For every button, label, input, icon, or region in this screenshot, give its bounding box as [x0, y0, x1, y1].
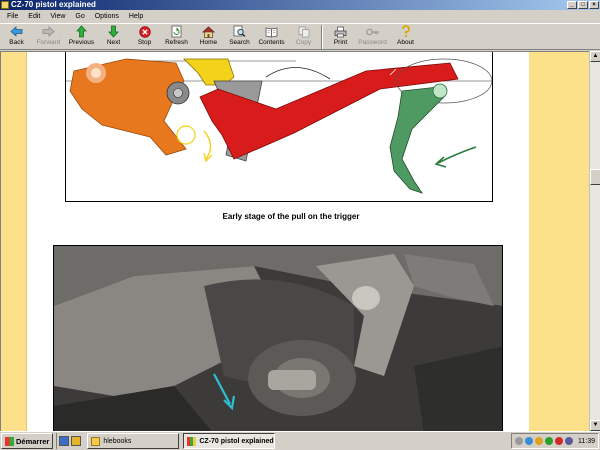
forward-label: Forward: [36, 39, 61, 46]
search-label: Search: [229, 39, 250, 46]
maximize-button[interactable]: □: [578, 1, 588, 9]
scroll-thumb[interactable]: [590, 169, 600, 185]
printer-icon: [334, 25, 348, 38]
home-button[interactable]: Home: [193, 24, 224, 50]
menu-view[interactable]: View: [45, 11, 70, 23]
toolbar-separator: [321, 25, 323, 49]
ebook-icon: [187, 436, 197, 446]
figure-caption: Early stage of the pull on the trigger: [222, 212, 360, 221]
contents-label: Contents: [258, 39, 285, 46]
print-button[interactable]: Print: [325, 24, 356, 50]
home-label: Home: [199, 39, 218, 46]
vertical-scrollbar[interactable]: ▲ ▼: [589, 51, 600, 431]
home-icon: [202, 25, 216, 38]
menu-edit[interactable]: Edit: [23, 11, 45, 23]
copy-button[interactable]: Copy: [288, 24, 319, 50]
minimize-button[interactable]: _: [567, 1, 577, 9]
title-bar: CZ-70 pistol explained _ □ ×: [0, 0, 600, 10]
menu-go[interactable]: Go: [70, 11, 89, 23]
password-button[interactable]: Password: [356, 24, 389, 50]
refresh-label: Refresh: [165, 39, 188, 46]
clock: 11:39: [578, 437, 595, 445]
start-button[interactable]: Démarrer: [1, 433, 54, 449]
quick-launch: [56, 433, 83, 449]
tray-icon[interactable]: [545, 437, 553, 445]
stop-icon: [138, 25, 152, 38]
taskbar: Démarrer hlebooks CZ-70 pistol explained…: [0, 431, 600, 450]
password-label: Password: [358, 39, 387, 46]
previous-button[interactable]: Previous: [65, 24, 98, 50]
menu-bar: File Edit View Go Options Help: [0, 11, 600, 23]
tray-icon[interactable]: [535, 437, 543, 445]
refresh-button[interactable]: Refresh: [160, 24, 193, 50]
forward-arrow-icon: [42, 25, 56, 38]
back-button[interactable]: Back: [1, 24, 32, 50]
scroll-down-button[interactable]: ▼: [590, 420, 600, 431]
task-label: CZ-70 pistol explained: [199, 437, 274, 445]
window-title: CZ-70 pistol explained: [11, 0, 96, 9]
folder-icon: [91, 436, 101, 446]
windows-logo-icon: [5, 436, 14, 446]
taskbar-item-hlebooks[interactable]: hlebooks: [87, 433, 180, 449]
next-label: Next: [106, 39, 121, 46]
tray-icon[interactable]: [525, 437, 533, 445]
key-icon: [365, 25, 380, 38]
toolbar: Back Forward Previous Next Stop Refresh: [0, 23, 600, 50]
tray-icon[interactable]: [515, 437, 523, 445]
system-tray: 11:39: [511, 433, 599, 449]
trigger-mechanism-photo: [53, 245, 503, 431]
about-label: About: [397, 39, 414, 46]
trigger-mechanism-diagram: [65, 52, 493, 202]
menu-help[interactable]: Help: [124, 11, 148, 23]
copy-icon: [297, 25, 311, 38]
menu-file[interactable]: File: [2, 11, 23, 23]
start-label: Démarrer: [16, 436, 50, 446]
forward-button[interactable]: Forward: [32, 24, 65, 50]
app-icon: [1, 1, 9, 9]
task-label: hlebooks: [103, 437, 132, 445]
browser-icon[interactable]: [71, 436, 82, 446]
copy-label: Copy: [295, 39, 312, 46]
page: Early stage of the pull on the trigger: [27, 52, 529, 431]
search-button[interactable]: Search: [224, 24, 255, 50]
contents-book-icon: [265, 25, 279, 38]
previous-label: Previous: [68, 39, 95, 46]
taskbar-item-cz70[interactable]: CZ-70 pistol explained: [183, 433, 276, 449]
refresh-icon: [170, 25, 184, 38]
up-arrow-icon: [75, 25, 89, 38]
about-button[interactable]: About: [389, 24, 422, 50]
stop-button[interactable]: Stop: [129, 24, 160, 50]
tray-icon[interactable]: [565, 437, 573, 445]
desktop-icon[interactable]: [59, 436, 70, 446]
document-view[interactable]: Early stage of the pull on the trigger: [0, 51, 589, 431]
menu-options[interactable]: Options: [90, 11, 124, 23]
back-label: Back: [9, 39, 24, 46]
close-button[interactable]: ×: [589, 1, 599, 9]
tray-icon[interactable]: [555, 437, 563, 445]
page-left-border: [1, 52, 27, 431]
scroll-up-button[interactable]: ▲: [590, 51, 600, 62]
print-label: Print: [333, 39, 348, 46]
next-button[interactable]: Next: [98, 24, 129, 50]
contents-button[interactable]: Contents: [255, 24, 288, 50]
stop-label: Stop: [137, 39, 152, 46]
search-icon: [233, 25, 247, 38]
question-icon: [399, 25, 413, 38]
back-arrow-icon: [10, 25, 24, 38]
down-arrow-icon: [107, 25, 121, 38]
page-right-border: [529, 52, 589, 431]
